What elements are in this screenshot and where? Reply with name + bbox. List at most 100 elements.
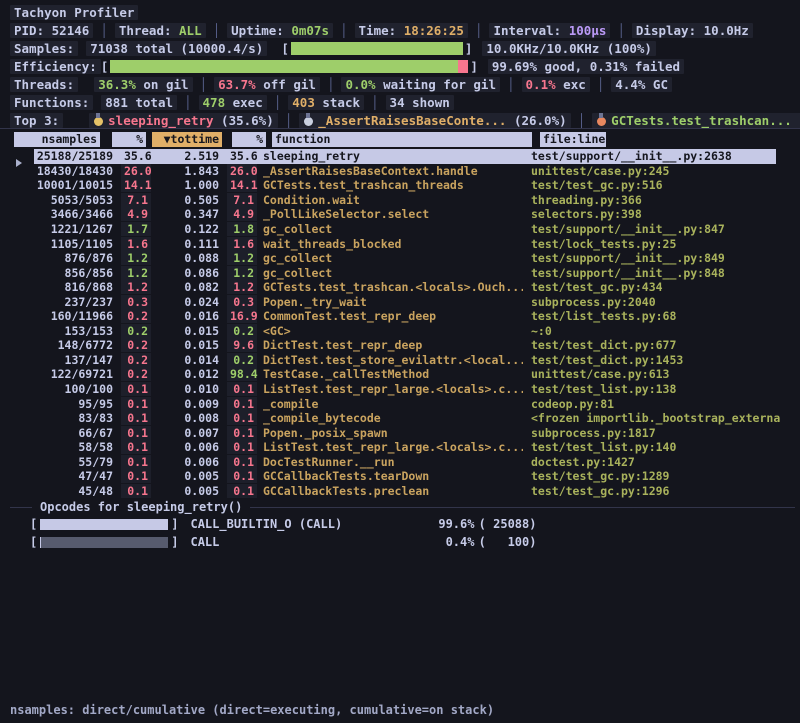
cell-function: _compile_bytecode (263, 411, 523, 425)
cell-function: Popen._try_wait (263, 295, 523, 309)
table-row[interactable]: 83/83 0.1 0.008 0.1 _compile_bytecode <f… (14, 411, 800, 426)
cell-file-line: subprocess.py:1817 (531, 426, 800, 440)
table-row[interactable]: 1105/1105 1.6 0.111 1.6 wait_threads_blo… (14, 236, 800, 251)
samples-rate-bar (291, 42, 463, 55)
header-file-line[interactable]: file:line (540, 132, 606, 147)
efficiency-fail-fill (458, 60, 468, 73)
header-tottime-sorted[interactable]: ▼tottime (152, 132, 222, 147)
table-row[interactable]: 153/153 0.2 0.015 0.2 <GC> ~:0 (14, 324, 800, 339)
cell-tottime: 0.006 (155, 440, 219, 454)
table-row[interactable]: 122/69721 0.2 0.012 98.4 TestCase._callT… (14, 367, 800, 382)
table-row[interactable]: 58/58 0.1 0.006 0.1 ListTest.test_repr_l… (14, 440, 800, 455)
cell-direct-percent: 0.1 (121, 455, 151, 469)
table-row[interactable]: 237/237 0.3 0.024 0.3 Popen._try_wait su… (14, 294, 800, 309)
cell-function: TestCase._callTestMethod (263, 367, 523, 381)
table-row[interactable]: 10001/10015 14.1 1.000 14.1 GCTests.test… (14, 178, 800, 193)
cell-cumulative-percent: 1.8 (227, 222, 257, 236)
cell-direct-percent: 1.7 (121, 222, 151, 236)
header-nsamples[interactable]: nsamples (14, 132, 100, 147)
table-row[interactable]: 3466/3466 4.9 0.347 4.9 _PollLikeSelecto… (14, 207, 800, 222)
table-row[interactable]: 148/6772 0.2 0.015 9.6 DictTest.test_rep… (14, 338, 800, 353)
table-row[interactable]: 45/48 0.1 0.005 0.1 GCCallbackTests.prec… (14, 484, 800, 499)
cell-cumulative-percent: 9.6 (227, 338, 257, 352)
cell-file-line: test/support/__init__.py:849 (531, 251, 800, 265)
table-row[interactable]: 137/147 0.2 0.014 0.2 DictTest.test_stor… (14, 353, 800, 368)
cell-file-line: test/lock_tests.py:25 (531, 237, 800, 251)
samples-line: Samples: 71038 total (10000.4/s) [ ] 10.… (10, 39, 796, 57)
cell-file-line: test/support/__init__.py:848 (531, 266, 800, 280)
cell-file-line: subprocess.py:2040 (531, 295, 800, 309)
table-row[interactable]: 5053/5053 7.1 0.505 7.1 Condition.wait t… (14, 193, 800, 208)
table-row[interactable]: 856/856 1.2 0.086 1.2 gc_collect test/su… (14, 265, 800, 280)
bar-close-bracket: ] (465, 41, 473, 56)
footer-legend: nsamples: direct/cumulative (direct=exec… (10, 702, 494, 718)
top3-entry-3[interactable]: GCTests.test_trashcan... (14.1%) (592, 113, 800, 128)
cell-direct-percent: 0.1 (121, 484, 151, 498)
cell-file-line: test/test_gc.py:1289 (531, 469, 800, 483)
table-row[interactable]: 25188/25189 35.6 2.519 35.6 sleeping_ret… (14, 149, 800, 164)
cell-cumulative-percent: 14.1 (227, 178, 257, 192)
opcodes-section: Opcodes for sleeping_retry() [ ] CALL_BU… (0, 499, 800, 551)
cell-tottime: 0.007 (155, 426, 219, 440)
opcode-bar (40, 537, 168, 548)
divider: │ (597, 77, 605, 92)
divider: │ (274, 95, 282, 110)
cell-function: Popen._posix_spawn (263, 426, 523, 440)
table-row[interactable]: 1221/1267 1.7 0.122 1.8 gc_collect test/… (14, 222, 800, 237)
divider: │ (100, 23, 108, 38)
cell-nsamples: 148/6772 (32, 338, 113, 352)
silver-medal-icon (304, 117, 313, 126)
thread-field[interactable]: Thread: ALL (115, 23, 206, 38)
table-row[interactable]: 55/79 0.1 0.006 0.1 DocTestRunner.__run … (14, 454, 800, 469)
cell-direct-percent: 14.1 (121, 178, 151, 192)
table-row[interactable]: 95/95 0.1 0.009 0.1 _compile codeop.py:8… (14, 396, 800, 411)
header-direct-percent[interactable]: % (112, 132, 146, 147)
table-row[interactable]: 100/100 0.1 0.010 0.1 ListTest.test_repr… (14, 382, 800, 397)
cell-direct-percent: 0.2 (121, 367, 151, 381)
header-function[interactable]: function (272, 132, 532, 147)
title-line: Tachyon Profiler (10, 3, 796, 21)
uptime-field: Uptime: 0m07s (227, 23, 333, 38)
cell-cumulative-percent: 4.9 (227, 207, 257, 221)
cell-file-line: unittest/case.py:613 (531, 367, 800, 381)
cell-tottime: 0.111 (155, 237, 219, 251)
cell-direct-percent: 26.0 (121, 164, 151, 178)
cell-cumulative-percent: 0.1 (227, 426, 257, 440)
header-stats: Tachyon Profiler PID: 52146 │ Thread: AL… (10, 3, 796, 129)
cell-direct-percent: 0.2 (121, 353, 151, 367)
pid-field: PID: 52146 (10, 23, 93, 38)
cell-cumulative-percent: 35.6 (227, 149, 257, 163)
table-row[interactable]: 816/868 1.2 0.082 1.2 GCTests.test_trash… (14, 280, 800, 295)
cell-file-line: threading.py:366 (531, 193, 800, 207)
threads-exc: 0.1% exc (522, 77, 590, 92)
cell-cumulative-percent: 1.6 (227, 237, 257, 251)
table-row[interactable]: 66/67 0.1 0.007 0.1 Popen._posix_spawn s… (14, 425, 800, 440)
bar-open-bracket: [ (101, 59, 109, 74)
header-cumulative-percent[interactable]: % (232, 132, 266, 147)
cell-function: GCCallbackTests.tearDown (263, 469, 523, 483)
cell-tottime: 0.010 (155, 382, 219, 396)
divider: │ (200, 77, 208, 92)
table-row[interactable]: 18430/18430 26.0 1.843 26.0 _AssertRaise… (14, 164, 800, 179)
header-separator (0, 128, 800, 129)
functions-line: Functions: 881 total │ 478 exec │ 403 st… (10, 93, 796, 111)
cell-function: GCCallbackTests.preclean (263, 484, 523, 498)
threads-off-gil: 63.7% off gil (214, 77, 320, 92)
cell-direct-percent: 0.1 (121, 469, 151, 483)
top3-entry-2[interactable]: _AssertRaisesBaseConte... (26.0%) (299, 113, 570, 128)
table-row[interactable]: 47/47 0.1 0.005 0.1 GCCallbackTests.tear… (14, 469, 800, 484)
table-row[interactable]: 160/11966 0.2 0.016 16.9 CommonTest.test… (14, 309, 800, 324)
cell-file-line: codeop.py:81 (531, 397, 800, 411)
opcode-bar (40, 519, 168, 530)
table-row[interactable]: 876/876 1.2 0.088 1.2 gc_collect test/su… (14, 251, 800, 266)
cell-function: ListTest.test_repr_large.<locals>.c... (263, 440, 523, 454)
cell-nsamples: 122/69721 (32, 367, 113, 381)
cell-function: Condition.wait (263, 193, 523, 207)
cell-cumulative-percent: 0.1 (227, 484, 257, 498)
rule-right (250, 507, 795, 508)
cell-direct-percent: 0.1 (121, 382, 151, 396)
threads-on-gil: 36.3% on gil (94, 77, 192, 92)
cell-function: DictTest.test_store_evilattr.<local... (263, 353, 523, 367)
cell-nsamples: 160/11966 (32, 309, 113, 323)
top3-entry-1[interactable]: sleeping_retry (35.6%) (89, 113, 278, 128)
